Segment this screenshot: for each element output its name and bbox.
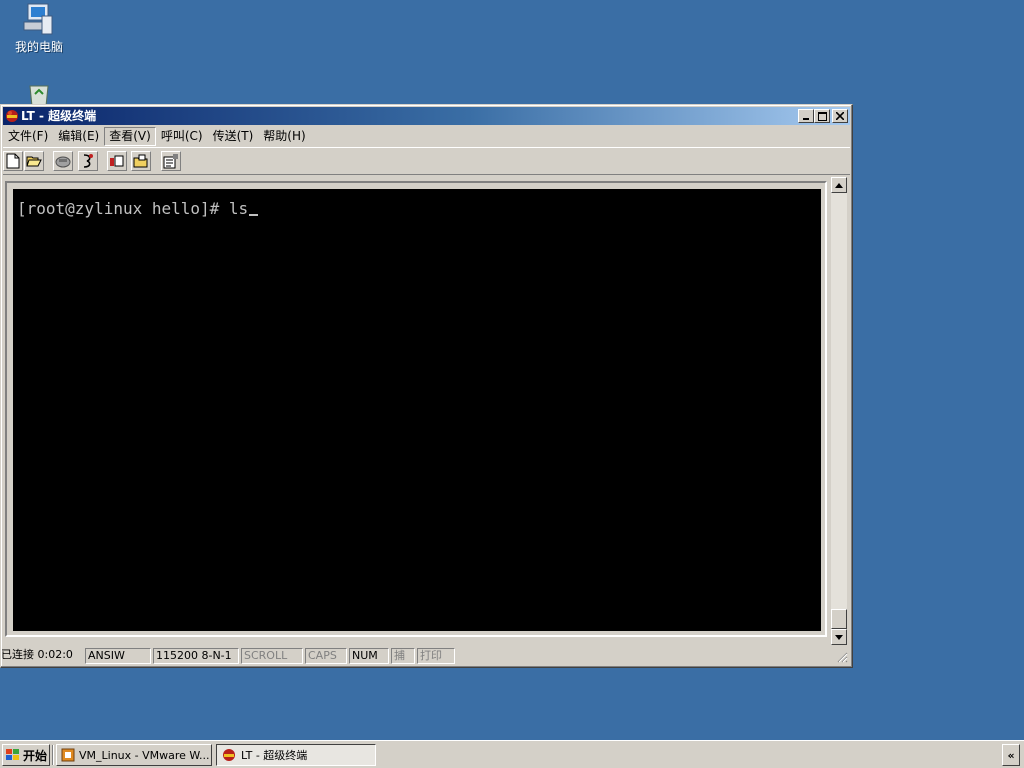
hyperterminal-window: LT - 超级终端 文件(F) 编辑(E) 查看(V) 呼叫(C) 传送(T) …: [0, 104, 853, 668]
status-scroll: SCROLL: [241, 648, 303, 664]
terminal-text: [root@zylinux hello]# ls: [17, 199, 249, 218]
maximize-icon: [817, 111, 827, 121]
menu-transfer[interactable]: 传送(T): [208, 128, 259, 145]
desktop-icon-my-computer[interactable]: 我的电脑: [8, 2, 70, 55]
receive-button[interactable]: [131, 151, 151, 171]
status-num: NUM: [349, 648, 389, 664]
hyperterminal-app-icon: [223, 749, 235, 761]
arrow-down-icon: [835, 634, 843, 640]
menu-file[interactable]: 文件(F): [3, 128, 53, 145]
new-icon: [6, 153, 20, 169]
status-caps: CAPS: [305, 648, 347, 664]
scroll-down-button[interactable]: [831, 629, 847, 645]
send-icon: [110, 155, 124, 167]
taskbar-separator: [52, 745, 54, 765]
properties-button[interactable]: [161, 151, 181, 171]
taskbar-button-label: VM_Linux - VMware W...: [79, 748, 210, 762]
call-icon: [83, 154, 93, 168]
call-button[interactable]: [78, 151, 98, 171]
taskbar-button-hyperterminal[interactable]: LT - 超级终端: [216, 744, 376, 766]
terminal-screen[interactable]: [root@zylinux hello]# ls: [13, 189, 821, 631]
properties-icon: [163, 154, 178, 169]
menu-bar: 文件(F) 编辑(E) 查看(V) 呼叫(C) 传送(T) 帮助(H): [3, 127, 850, 146]
taskbar: 开始 VM_Linux - VMware W... LT - 超级终端 «: [0, 740, 1024, 768]
open-button[interactable]: [24, 151, 44, 171]
arrow-up-icon: [835, 182, 843, 188]
hyperterminal-app-icon: [6, 110, 18, 122]
open-icon: [26, 156, 42, 167]
menu-view[interactable]: 查看(V): [104, 127, 156, 146]
desktop-icon-recycle-bin[interactable]: [8, 82, 70, 106]
window-titlebar[interactable]: LT - 超级终端: [3, 107, 850, 125]
close-button[interactable]: [832, 109, 848, 123]
vertical-scrollbar[interactable]: [831, 177, 847, 645]
start-button[interactable]: 开始: [2, 744, 50, 766]
taskbar-button-label: LT - 超级终端: [241, 749, 308, 762]
scroll-thumb[interactable]: [831, 609, 847, 629]
chevron-left-icon: «: [1007, 748, 1015, 762]
maximize-button[interactable]: [814, 109, 830, 123]
windows-logo-icon: [6, 749, 19, 760]
menu-call[interactable]: 呼叫(C): [156, 128, 208, 145]
recycle-bin-icon: [29, 85, 49, 106]
scroll-up-button[interactable]: [831, 177, 847, 193]
toolbar: [3, 147, 850, 175]
status-port-settings: 115200 8-N-1: [153, 648, 239, 664]
menu-edit[interactable]: 编辑(E): [53, 128, 104, 145]
status-capture: 捕: [391, 648, 415, 664]
window-title: LT - 超级终端: [21, 109, 97, 123]
status-bar: 已连接 0:02:0 ANSIW 115200 8-N-1 SCROLL CAP…: [1, 647, 850, 665]
tray-expand-button[interactable]: «: [1002, 744, 1020, 766]
terminal-cursor: [249, 214, 259, 216]
disconnect-button[interactable]: [53, 151, 73, 171]
terminal-line: [root@zylinux hello]# ls: [17, 199, 259, 218]
my-computer-icon: [23, 3, 53, 35]
status-print: 打印: [417, 648, 455, 664]
vmware-icon: [61, 748, 75, 762]
close-icon: [836, 112, 844, 120]
status-connected: 已连接 0:02:0: [1, 648, 73, 661]
disconnect-icon: [55, 156, 71, 168]
minimize-button[interactable]: [798, 109, 814, 123]
status-emulation: ANSIW: [85, 648, 151, 664]
new-connection-button[interactable]: [3, 151, 23, 171]
send-button[interactable]: [107, 151, 127, 171]
menu-help[interactable]: 帮助(H): [258, 128, 310, 145]
start-label: 开始: [23, 748, 48, 763]
desktop-icon-label: 我的电脑: [14, 40, 63, 54]
terminal-frame: [root@zylinux hello]# ls: [5, 181, 827, 637]
taskbar-button-vmware[interactable]: VM_Linux - VMware W...: [56, 744, 212, 766]
resize-grip-icon[interactable]: [836, 651, 848, 663]
minimize-icon: [803, 118, 809, 120]
receive-icon: [133, 154, 148, 168]
